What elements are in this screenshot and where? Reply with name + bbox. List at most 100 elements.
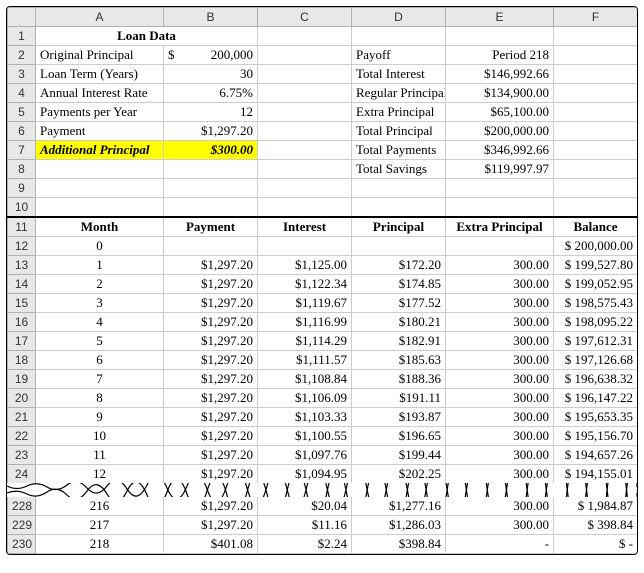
cell-month[interactable]: 1 xyxy=(36,255,164,274)
cell-extra-principal[interactable]: 300.00 xyxy=(446,407,554,426)
row-header[interactable]: 11 xyxy=(8,217,36,237)
cell-principal[interactable]: $199.44 xyxy=(352,445,446,464)
cell[interactable] xyxy=(554,103,638,122)
cell-balance[interactable]: $ 198,575.43 xyxy=(554,293,638,312)
cell[interactable] xyxy=(258,46,352,65)
label-annual-rate[interactable]: Annual Interest Rate xyxy=(36,84,164,103)
cell-balance[interactable]: $ 200,000.00 xyxy=(554,236,638,255)
cell[interactable] xyxy=(554,160,638,179)
cell-interest[interactable]: $1,108.84 xyxy=(258,369,352,388)
cell[interactable] xyxy=(258,122,352,141)
cell-month[interactable]: 8 xyxy=(36,388,164,407)
cell-balance[interactable]: $ 196,638.32 xyxy=(554,369,638,388)
row-header[interactable]: 10 xyxy=(8,198,36,217)
cell-balance[interactable]: $ - xyxy=(554,534,638,553)
label-total-savings[interactable]: Total Savings xyxy=(352,160,446,179)
value-loan-term[interactable]: 30 xyxy=(164,65,258,84)
cell[interactable] xyxy=(258,84,352,103)
cell-payment[interactable]: $1,297.20 xyxy=(164,445,258,464)
cell-month[interactable]: 7 xyxy=(36,369,164,388)
cell-principal[interactable]: $182.91 xyxy=(352,331,446,350)
cell-extra-principal[interactable]: 300.00 xyxy=(446,388,554,407)
col-header-B[interactable]: B xyxy=(164,8,258,27)
row-header[interactable]: 14 xyxy=(8,274,36,293)
value-payoff[interactable]: Period 218 xyxy=(446,46,554,65)
row-header[interactable]: 228 xyxy=(8,496,36,515)
cell-month[interactable]: 10 xyxy=(36,426,164,445)
cell-extra-principal[interactable]: 300.00 xyxy=(446,350,554,369)
cell-month[interactable]: 12 xyxy=(36,464,164,483)
row-header[interactable]: 9 xyxy=(8,179,36,198)
cell[interactable] xyxy=(554,141,638,160)
cell-payment[interactable]: $1,297.20 xyxy=(164,407,258,426)
cell-balance[interactable]: $ 197,612.31 xyxy=(554,331,638,350)
cell-balance[interactable]: $ 199,527.80 xyxy=(554,255,638,274)
row-header[interactable]: 8 xyxy=(8,160,36,179)
cell[interactable] xyxy=(554,122,638,141)
row-header[interactable]: 4 xyxy=(8,84,36,103)
value-extra-principal[interactable]: $65,100.00 xyxy=(446,103,554,122)
cell-payment[interactable]: $1,297.20 xyxy=(164,426,258,445)
cell-extra-principal[interactable]: 300.00 xyxy=(446,331,554,350)
cell-interest[interactable]: $1,119.67 xyxy=(258,293,352,312)
cell-month[interactable]: 2 xyxy=(36,274,164,293)
cell-extra-principal[interactable]: 300.00 xyxy=(446,369,554,388)
col-header-F[interactable]: F xyxy=(554,8,638,27)
label-original-principal[interactable]: Original Principal xyxy=(36,46,164,65)
cell-extra-principal[interactable]: 300.00 xyxy=(446,426,554,445)
cell[interactable] xyxy=(446,27,554,46)
row-header[interactable]: 16 xyxy=(8,312,36,331)
label-total-interest[interactable]: Total Interest xyxy=(352,65,446,84)
value-total-interest[interactable]: $146,992.66 xyxy=(446,65,554,84)
cell-extra-principal[interactable]: 300.00 xyxy=(446,293,554,312)
row-header[interactable]: 17 xyxy=(8,331,36,350)
cell-month[interactable]: 0 xyxy=(36,236,164,255)
row-header[interactable]: 15 xyxy=(8,293,36,312)
cell-payment[interactable]: $1,297.20 xyxy=(164,388,258,407)
row-header[interactable]: 2 xyxy=(8,46,36,65)
cell-balance[interactable]: $ 197,126.68 xyxy=(554,350,638,369)
row-header[interactable]: 3 xyxy=(8,65,36,84)
cell-payment[interactable]: $1,297.20 xyxy=(164,464,258,483)
cell-payment[interactable]: $1,297.20 xyxy=(164,293,258,312)
value-original-principal[interactable]: $200,000 xyxy=(164,46,258,65)
cell-month[interactable]: 3 xyxy=(36,293,164,312)
row-header[interactable]: 24 xyxy=(8,464,36,483)
cell[interactable] xyxy=(164,198,258,217)
cell-interest[interactable]: $1,122.34 xyxy=(258,274,352,293)
cell-balance[interactable]: $ 195,653.35 xyxy=(554,407,638,426)
cell-balance[interactable]: $ 194,657.26 xyxy=(554,445,638,464)
col-header-E[interactable]: E xyxy=(446,8,554,27)
cell-principal[interactable]: $188.36 xyxy=(352,369,446,388)
select-all-corner[interactable] xyxy=(8,8,36,27)
cell-balance[interactable]: $ 195,156.70 xyxy=(554,426,638,445)
cell-interest[interactable]: $1,114.29 xyxy=(258,331,352,350)
cell-principal[interactable]: $193.87 xyxy=(352,407,446,426)
cell-interest[interactable]: $1,094.95 xyxy=(258,464,352,483)
cell[interactable] xyxy=(258,160,352,179)
cell-month[interactable]: 218 xyxy=(36,534,164,553)
cell[interactable] xyxy=(258,65,352,84)
row-header[interactable]: 230 xyxy=(8,534,36,553)
cell[interactable] xyxy=(164,160,258,179)
cell-payment[interactable]: $1,297.20 xyxy=(164,350,258,369)
cell-interest[interactable]: $1,116.99 xyxy=(258,312,352,331)
cell-interest[interactable]: $1,097.76 xyxy=(258,445,352,464)
row-header[interactable]: 22 xyxy=(8,426,36,445)
row-header[interactable]: 23 xyxy=(8,445,36,464)
cell[interactable] xyxy=(446,179,554,198)
cell-month[interactable]: 5 xyxy=(36,331,164,350)
cell-balance[interactable]: $ 398.84 xyxy=(554,515,638,534)
row-header[interactable]: 1 xyxy=(8,27,36,46)
cell-extra-principal[interactable]: 300.00 xyxy=(446,445,554,464)
row-header[interactable]: 13 xyxy=(8,255,36,274)
row-header[interactable]: 12 xyxy=(8,236,36,255)
cell-principal[interactable]: $1,286.03 xyxy=(352,515,446,534)
value-annual-rate[interactable]: 6.75% xyxy=(164,84,258,103)
cell-payment[interactable]: $1,297.20 xyxy=(164,274,258,293)
cell[interactable] xyxy=(258,27,352,46)
row-header[interactable]: 19 xyxy=(8,369,36,388)
cell-extra-principal[interactable]: 300.00 xyxy=(446,274,554,293)
cell-extra-principal[interactable]: 300.00 xyxy=(446,496,554,515)
cell-principal[interactable] xyxy=(352,236,446,255)
